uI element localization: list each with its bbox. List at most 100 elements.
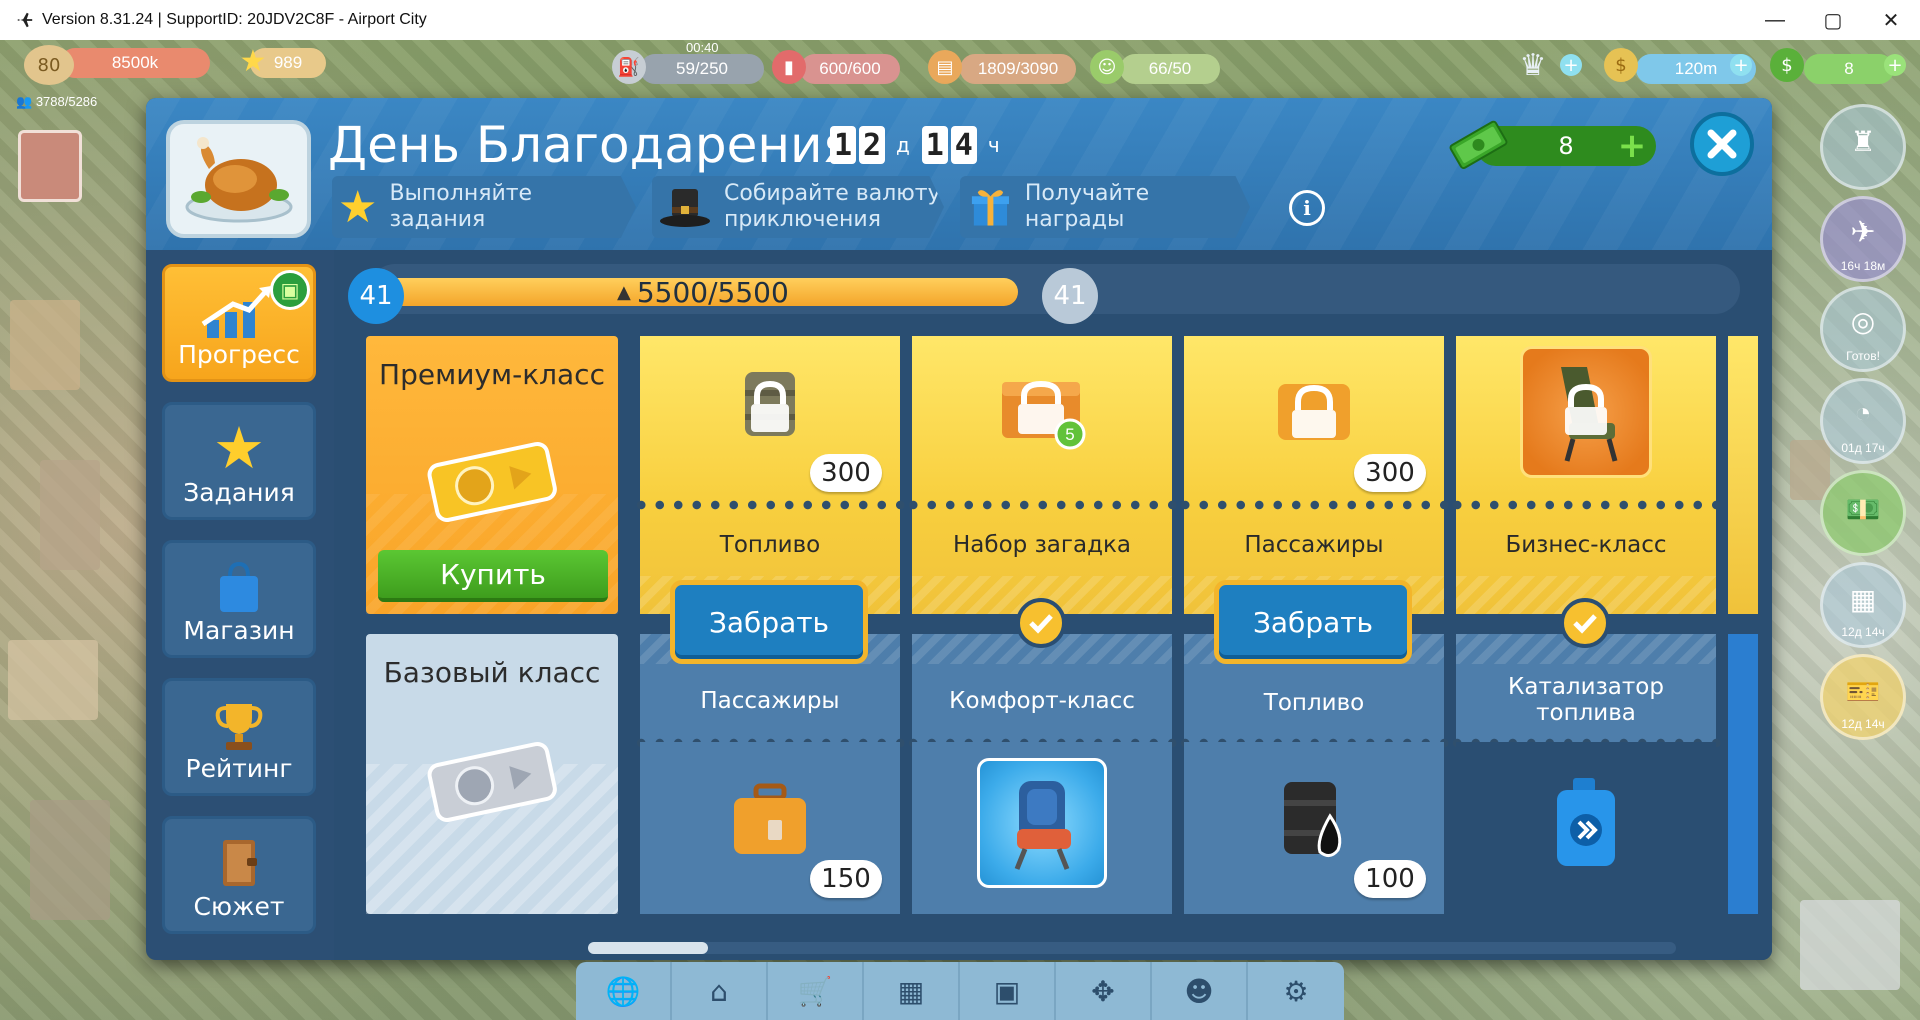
buy-premium-button[interactable]: Купить [378, 550, 608, 602]
horizontal-scrollbar-thumb[interactable] [588, 942, 708, 954]
progress-chart-icon [201, 286, 271, 338]
tab-collect-currency[interactable]: Собирайте валюту приключения [652, 176, 944, 238]
trophy-icon [215, 704, 263, 750]
reward-column: 5 Набор загадка Комфорт-класс [904, 336, 1180, 914]
right-floater-5[interactable]: ▦ 12д 14ч [1820, 562, 1906, 648]
right-floater-6[interactable]: 🎫 12д 14ч [1820, 654, 1906, 740]
star-icon: ★ [338, 181, 378, 233]
gas-can-icon[interactable]: ▮ [772, 50, 806, 84]
basic-reward-cell[interactable] [912, 742, 1172, 914]
tab-label: Выполняйте задания [389, 181, 533, 232]
city-building [1800, 900, 1900, 990]
minimize-button[interactable]: — [1746, 0, 1804, 40]
city-building [1790, 440, 1830, 500]
info-button[interactable]: i [1289, 190, 1325, 226]
right-floater-4[interactable]: 💵 [1820, 470, 1906, 556]
close-dialog-button[interactable] [1690, 112, 1754, 176]
reward-column: Бизнес-класс Катализатор топлива [1448, 336, 1724, 914]
resource2-bar: 600/600 [800, 54, 900, 84]
right-floater-3[interactable]: ◔ 01д 17ч [1820, 378, 1906, 464]
sidebar-item-rating[interactable]: Рейтинг [162, 678, 316, 796]
sidebar-item-label: Прогресс [178, 340, 300, 369]
claim-reward-button[interactable]: Забрать [1214, 580, 1412, 664]
level-badge[interactable]: 80 [24, 45, 74, 85]
right-floater-0[interactable]: ♜ [1820, 104, 1906, 190]
add-cash-button[interactable]: + [1616, 129, 1648, 163]
reward-column: 300 Пассажиры Топливо 100 Забрать [1176, 336, 1452, 914]
globe-plane-icon[interactable]: 🌐 [576, 962, 672, 1020]
city-building [30, 800, 110, 920]
fuel-barrel-icon[interactable]: ⛽ [612, 50, 646, 84]
basic-reward-cell[interactable]: 150 [640, 742, 900, 914]
timer-hours-unit: ч [987, 133, 1000, 157]
right-floater-2[interactable]: ◎ Готов! [1820, 286, 1906, 372]
dotted-divider [632, 500, 908, 510]
passenger-hud-icon[interactable]: ☺ [1090, 50, 1124, 84]
population-counter: 👥 3788/5286 [16, 94, 97, 110]
shopping-bag-icon [220, 561, 258, 612]
resource4-bar: 66/50 [1120, 54, 1220, 84]
coins-icon[interactable]: $ [1604, 48, 1638, 82]
maximize-button[interactable]: ▢ [1804, 0, 1862, 40]
xp-value: 8500k [111, 53, 159, 72]
right-floater-1[interactable]: ✈ 16ч 18м [1820, 196, 1906, 282]
reward-label: Набор загадка [953, 532, 1131, 558]
basic-reward-cell[interactable]: 100 [1184, 742, 1444, 914]
sidebar-item-shop[interactable]: Магазин [162, 540, 316, 658]
progress-text: ▲ 5500/5500 [617, 276, 789, 309]
fuel-timer: 00:40 [686, 40, 719, 55]
reward-label: Пассажиры [1244, 532, 1384, 558]
sidebar-item-story[interactable]: Сюжет [162, 816, 316, 934]
settings-gear-icon[interactable]: ⚙ [1248, 962, 1344, 1020]
cart-icon[interactable]: 🛒 [768, 962, 864, 1020]
sidebar-item-tasks[interactable]: ★ Задания [162, 402, 316, 520]
dotted-divider [904, 500, 1180, 510]
premium-reward-cell[interactable]: 300 Пассажиры [1184, 336, 1444, 614]
cash-icon[interactable]: $ [1770, 48, 1804, 82]
horizontal-scrollbar-track[interactable] [588, 942, 1676, 954]
coins-value: 120m [1674, 59, 1718, 78]
progress-content: 41 41 ▲ 5500/5500 Премиум-класс Купить Б… [334, 250, 1772, 960]
basic-pass-title: Базовый класс [383, 656, 601, 689]
move-arrows-icon[interactable]: ✥ [1056, 962, 1152, 1020]
resource2-value: 600/600 [819, 59, 881, 78]
building-icon: ▦ [1849, 584, 1877, 615]
roast-turkey-icon [185, 137, 292, 223]
plus-icon[interactable]: + [1884, 54, 1906, 76]
basic-pass-panel: Базовый класс [366, 634, 618, 914]
plus-icon[interactable]: + [1730, 54, 1752, 76]
premium-reward-cell[interactable]: 5 Набор загадка [912, 336, 1172, 614]
hangar-icon[interactable]: ⌂ [672, 962, 768, 1020]
suitcase-icon [734, 783, 806, 854]
reward-label: Топливо [719, 532, 821, 558]
plus-icon[interactable]: + [1560, 54, 1582, 76]
tab-complete-tasks[interactable]: ★ Выполняйте задания [332, 176, 636, 238]
tab-label: Получайте награды [1024, 181, 1150, 232]
claim-reward-button[interactable]: Забрать [670, 580, 868, 664]
crown-icon[interactable]: ♛ [1516, 48, 1550, 83]
premium-reward-cell[interactable]: 300 Топливо [640, 336, 900, 614]
sidebar-item-label: Сюжет [193, 892, 285, 921]
close-window-button[interactable]: ✕ [1862, 0, 1920, 40]
suitcase-hud-icon[interactable]: ▤ [928, 50, 962, 84]
book-icon[interactable] [18, 130, 82, 202]
ticket-icon: 🎫 [1845, 676, 1881, 707]
gold-ticket-icon [427, 441, 557, 522]
chest-icon[interactable]: ▣ [960, 962, 1056, 1020]
gift-icon [971, 190, 1009, 226]
tab-get-rewards[interactable]: Получайте награды [960, 176, 1250, 238]
recliner-seat-icon [1561, 367, 1618, 462]
current-level-badge: 41 [348, 268, 404, 324]
crate-icon[interactable]: ▦ [864, 962, 960, 1020]
premium-pass-panel: Премиум-класс Купить [366, 336, 618, 614]
fuel-bar: 59/250 [640, 54, 764, 84]
window-title: Version 8.31.24 | SupportID: 20JDV2C8F -… [42, 11, 427, 28]
reward-count-badge: 300 [1354, 454, 1426, 492]
plane-icon: ✈ [1850, 216, 1876, 249]
basic-reward-cell[interactable] [1456, 742, 1716, 914]
close-icon [1707, 129, 1737, 159]
fuel-value: 59/250 [676, 59, 728, 78]
star-icon: ★ [213, 414, 265, 482]
premium-reward-cell[interactable]: Бизнес-класс [1456, 336, 1716, 614]
friends-icon[interactable]: ☻ [1152, 962, 1248, 1020]
